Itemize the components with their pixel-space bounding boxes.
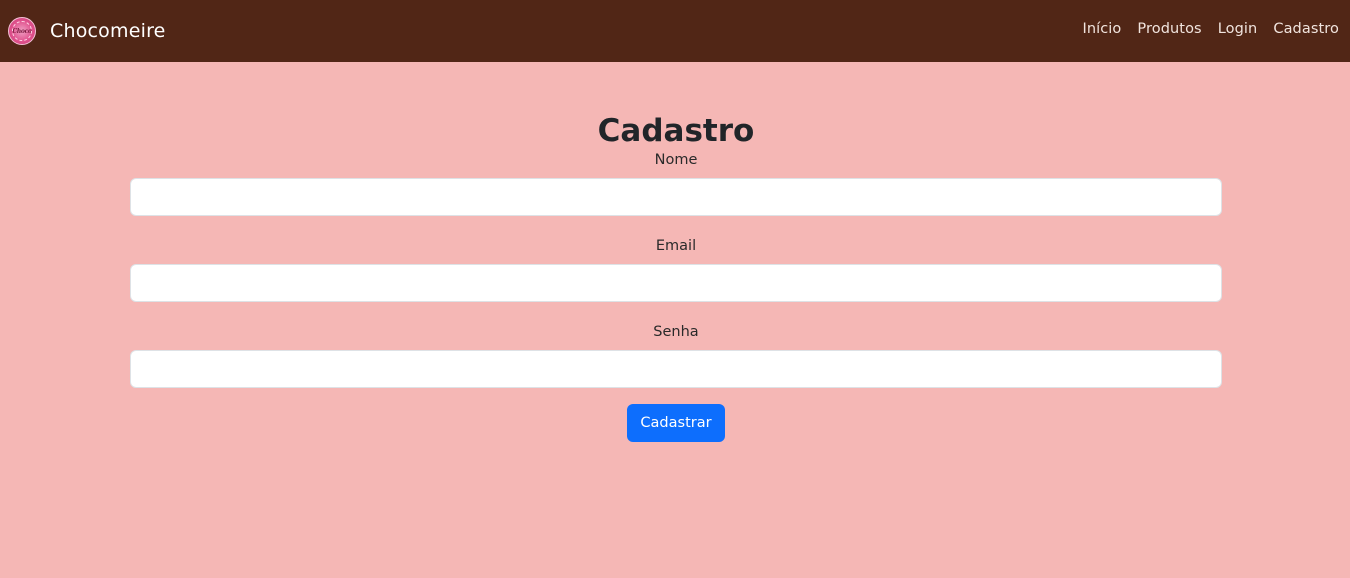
brand-name: Chocomeire (50, 20, 166, 42)
nav-link-inicio[interactable]: Início (1082, 19, 1121, 39)
email-input[interactable] (130, 264, 1222, 302)
nav-link-login[interactable]: Login (1218, 19, 1258, 39)
nav-link-cadastro[interactable]: Cadastro (1273, 19, 1339, 39)
name-input[interactable] (130, 178, 1222, 216)
brand-link[interactable]: Choco Chocomeire (8, 17, 166, 45)
register-form: Cadastro Nome Email Senha Cadastrar (130, 62, 1222, 442)
email-label: Email (655, 238, 697, 254)
password-label: Senha (653, 324, 699, 340)
logo-ring (12, 21, 32, 41)
submit-button[interactable]: Cadastrar (627, 404, 725, 442)
password-input[interactable] (130, 350, 1222, 388)
navbar: Choco Chocomeire Início Produtos Login C… (0, 0, 1350, 62)
chocomeire-logo-icon: Choco (8, 17, 36, 45)
page-title: Cadastro (597, 113, 755, 149)
nav-links: Início Produtos Login Cadastro (1082, 19, 1339, 39)
nav-link-produtos[interactable]: Produtos (1137, 19, 1201, 39)
name-label: Nome (654, 152, 698, 168)
